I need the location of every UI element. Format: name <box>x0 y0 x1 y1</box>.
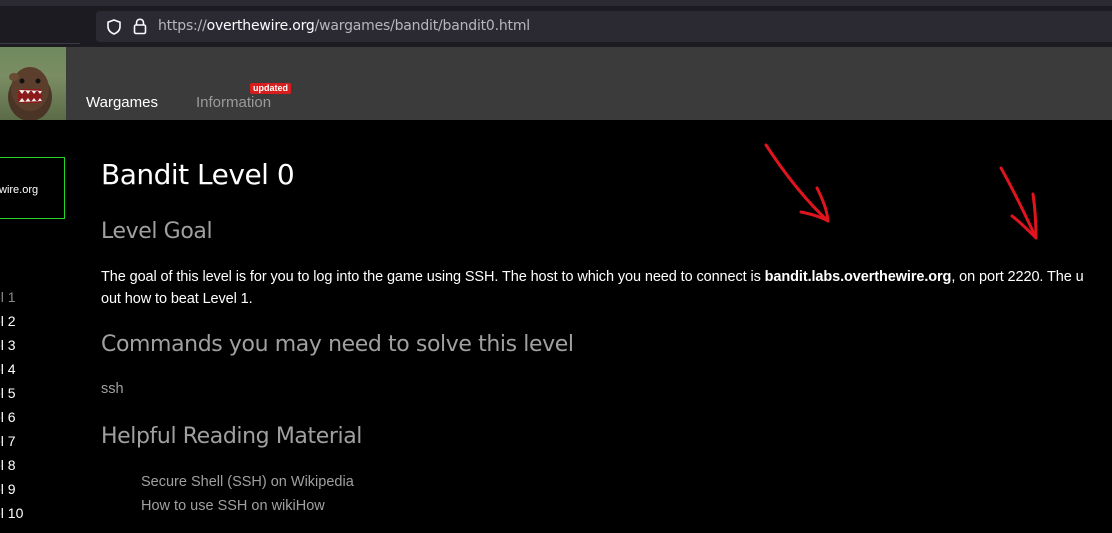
sidebar-level-6[interactable]: el 6 <box>0 409 16 425</box>
page-title: Bandit Level 0 <box>101 158 295 191</box>
goal-text-b: , on port 2220. The u <box>951 269 1084 285</box>
url-path: /wargames/bandit/bandit0.html <box>314 18 531 34</box>
goal-line-1: The goal of this level is for you to log… <box>101 266 1112 288</box>
level-goal-heading: Level Goal <box>101 219 213 244</box>
sidebar-level-7[interactable]: el 7 <box>0 433 16 449</box>
annotation-arrow-1 <box>764 143 830 223</box>
goal-host: bandit.labs.overthewire.org <box>764 269 952 285</box>
site-logo[interactable] <box>0 47 66 120</box>
command-ssh: ssh <box>101 381 124 397</box>
url-prefix: https:// <box>158 18 207 34</box>
nav-wargames[interactable]: Wargames <box>86 94 158 111</box>
url-text[interactable]: https://overthewire.org/wargames/bandit/… <box>158 18 530 34</box>
shield-icon[interactable] <box>106 19 122 35</box>
sidebar-level-8[interactable]: el 8 <box>0 457 16 473</box>
level-goal-paragraph: The goal of this level is for you to log… <box>101 266 1112 310</box>
lock-icon[interactable] <box>132 18 148 35</box>
nav-information[interactable]: Information <box>196 94 271 111</box>
commands-heading: Commands you may need to solve this leve… <box>101 332 574 357</box>
toolbar-fragment <box>0 10 80 44</box>
reading-link-wikihow[interactable]: How to use SSH on wikiHow <box>141 498 325 514</box>
sidebar-level-2[interactable]: el 2 <box>0 313 16 329</box>
sidebar-level-10[interactable]: el 10 <box>0 505 23 521</box>
domo-mascot-icon <box>8 67 52 120</box>
browser-toolbar: https://overthewire.org/wargames/bandit/… <box>0 8 1112 47</box>
sidebar-level-3[interactable]: el 3 <box>0 337 16 353</box>
updated-badge: updated <box>250 83 291 94</box>
annotation-arrow-2 <box>999 166 1038 240</box>
url-host: overthewire.org <box>206 18 315 34</box>
sidebar-box-text: wire.org <box>0 184 39 196</box>
goal-text-a: The goal of this level is for you to log… <box>101 269 765 285</box>
site-header: Wargames Information updated <box>0 47 1112 120</box>
goal-line-2: out how to beat Level 1. <box>101 291 253 307</box>
reading-heading: Helpful Reading Material <box>101 424 363 449</box>
sidebar-level-5[interactable]: el 5 <box>0 385 16 401</box>
sidebar-level-4[interactable]: el 4 <box>0 361 16 377</box>
sidebar-level-9[interactable]: el 9 <box>0 481 16 497</box>
sidebar-level-1[interactable]: el 1 <box>0 289 16 305</box>
reading-link-wikipedia[interactable]: Secure Shell (SSH) on Wikipedia <box>141 474 354 490</box>
